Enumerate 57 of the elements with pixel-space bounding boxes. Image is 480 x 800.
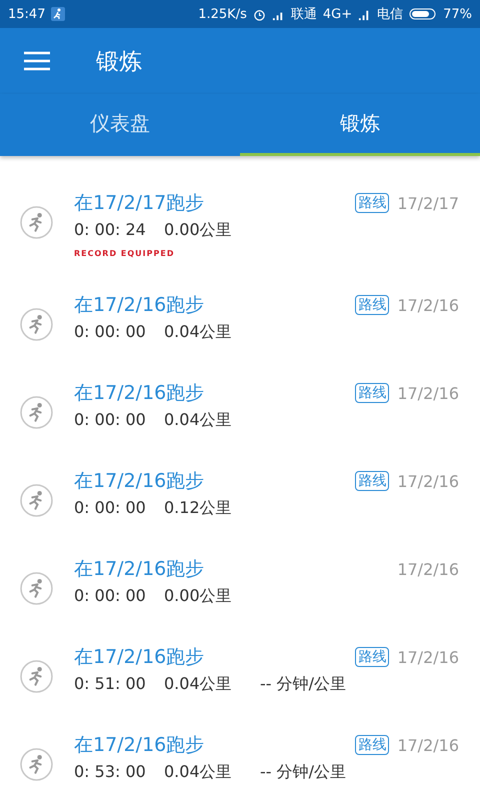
workout-duration: 0: 00: 00 <box>74 322 147 343</box>
workout-duration: 0: 00: 00 <box>74 498 147 519</box>
workout-title[interactable]: 在17/2/16跑步 <box>74 556 398 582</box>
workout-pace: -- 分钟/公里 <box>260 762 346 783</box>
battery-icon <box>409 8 438 20</box>
network-type: 4G+ <box>322 6 352 22</box>
alarm-icon <box>252 8 266 20</box>
workout-duration: 0: 00: 00 <box>74 410 147 431</box>
workout-title[interactable]: 在17/2/16跑步 <box>74 292 356 318</box>
status-time: 15:47 <box>8 6 46 22</box>
route-tag: 路线 <box>355 383 390 403</box>
workout-date: 17/2/16 <box>397 296 459 314</box>
workout-distance: 0.04公里 <box>164 410 233 431</box>
workout-distance: 0.00公里 <box>164 220 233 241</box>
runner-icon <box>20 748 53 781</box>
route-tag: 路线 <box>355 193 390 213</box>
route-tag: 路线 <box>355 471 390 491</box>
workout-pace: -- 分钟/公里 <box>260 674 346 695</box>
runner-icon <box>20 396 53 429</box>
runner-icon <box>20 572 53 605</box>
screen-title: 锻炼 <box>96 48 142 76</box>
carrier-name: 联通 <box>290 6 317 23</box>
menu-icon[interactable] <box>24 51 50 71</box>
workout-title[interactable]: 在17/2/16跑步 <box>74 644 356 670</box>
workout-title[interactable]: 在17/2/16跑步 <box>74 732 356 758</box>
workout-distance: 0.00公里 <box>164 586 233 607</box>
workout-distance: 0.04公里 <box>164 674 233 695</box>
tab[interactable]: 锻炼 <box>240 94 480 156</box>
runner-notification-icon <box>51 7 66 21</box>
battery-level: 77% <box>443 6 472 22</box>
workout-duration: 0: 53: 00 <box>74 762 147 783</box>
workout-distance: 0.04公里 <box>164 762 233 783</box>
workout-title[interactable]: 在17/2/16跑步 <box>74 380 356 406</box>
workout-date: 17/2/16 <box>397 384 459 402</box>
workout-date: 17/2/17 <box>397 194 459 212</box>
workout-date: 17/2/16 <box>397 560 459 578</box>
route-tag: 路线 <box>355 295 390 315</box>
network-speed: 1.25K/s <box>198 6 247 22</box>
workout-date: 17/2/16 <box>397 736 459 754</box>
workout-title[interactable]: 在17/2/16跑步 <box>74 468 356 494</box>
workout-duration: 0: 00: 24 <box>74 220 147 241</box>
runner-icon <box>20 660 53 693</box>
runner-icon <box>20 484 53 517</box>
runner-icon <box>20 206 53 239</box>
tab[interactable]: 仪表盘 <box>0 94 240 156</box>
carrier-name: 电信 <box>377 6 404 23</box>
workout-distance: 0.04公里 <box>164 322 233 343</box>
workout-date: 17/2/16 <box>397 648 459 666</box>
brand-label: RECORD EQUIPPED <box>74 249 174 258</box>
workout-duration: 0: 00: 00 <box>74 586 147 607</box>
route-tag: 路线 <box>355 735 390 755</box>
workout-title[interactable]: 在17/2/17跑步 <box>74 190 356 216</box>
workout-duration: 0: 51: 00 <box>74 674 147 695</box>
workout-date: 17/2/16 <box>397 472 459 490</box>
route-tag: 路线 <box>355 647 390 667</box>
workout-distance: 0.12公里 <box>164 498 233 519</box>
runner-icon <box>20 308 53 341</box>
